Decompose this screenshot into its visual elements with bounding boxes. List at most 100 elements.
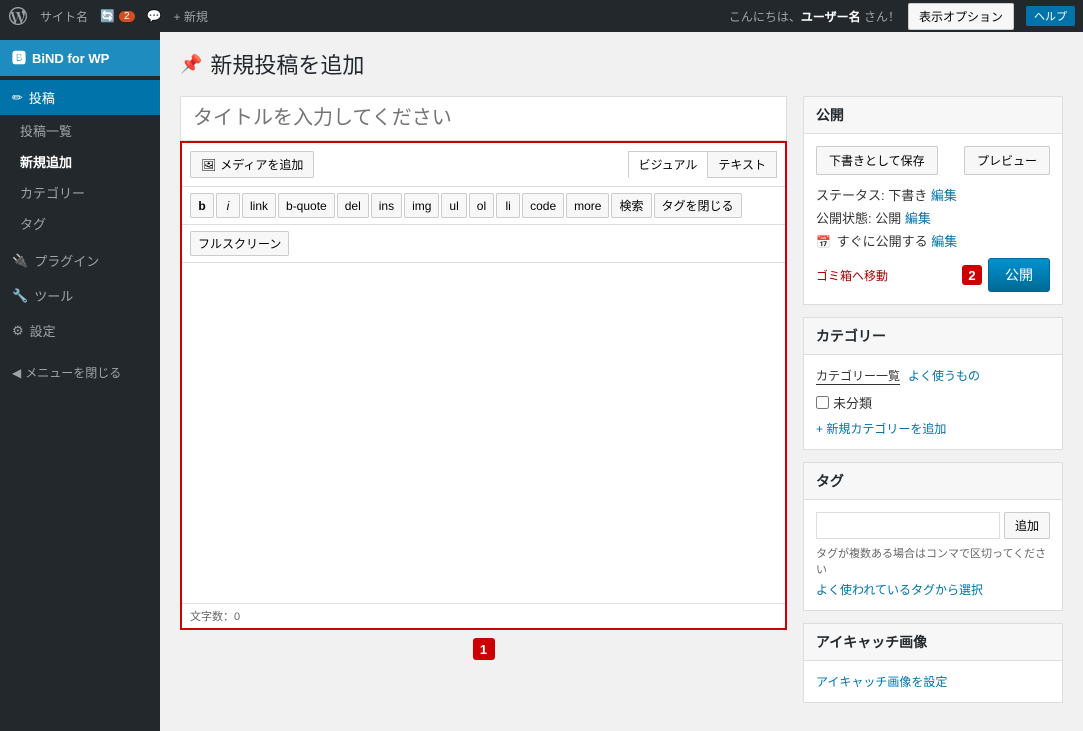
format-ins[interactable]: ins	[371, 193, 402, 218]
format-bquote[interactable]: b-quote	[278, 193, 335, 218]
format-ol[interactable]: ol	[469, 193, 494, 218]
display-options-button[interactable]: 表示オプション	[908, 3, 1014, 30]
sidebar-item-new-post[interactable]: 新規追加	[0, 146, 160, 177]
page-title: 新規投稿を追加	[210, 48, 364, 80]
publish-btn-row: 下書きとして保存 プレビュー	[816, 146, 1050, 175]
visual-text-tabs: ビジュアル テキスト	[628, 151, 777, 178]
main-content: 📌 新規投稿を追加 🖼 メディアを追加 ビジ	[160, 32, 1083, 731]
sidebar-item-plugins[interactable]: 🔌 プラグイン	[0, 243, 160, 278]
editor-content-area[interactable]	[182, 263, 785, 603]
sidebar-item-tools[interactable]: 🔧 ツール	[0, 278, 160, 313]
plugin-icon: 🔌	[12, 253, 28, 269]
visibility-edit-link[interactable]: 編集	[905, 211, 931, 226]
tag-select-link[interactable]: よく使われているタグから選択	[816, 583, 983, 597]
publish-time-edit-link[interactable]: 編集	[931, 234, 957, 249]
updates-item[interactable]: 🔄 2	[100, 9, 135, 23]
editor-footer: 文字数：0	[182, 603, 785, 628]
eyecatch-widget-title: アイキャッチ画像	[804, 624, 1062, 661]
format-bold[interactable]: b	[190, 193, 214, 218]
step2-badge-publish: 2	[962, 265, 982, 285]
category-frequent-tab[interactable]: よく使うもの	[908, 367, 980, 385]
status-label: ステータス:	[816, 188, 888, 203]
sidebar-widgets: 公開 下書きとして保存 プレビュー ステータス: 下書き 編集 公開状態:	[803, 96, 1063, 715]
publish-widget-title: 公開	[804, 97, 1062, 134]
eyecatch-widget: アイキャッチ画像 アイキャッチ画像を設定	[803, 623, 1063, 703]
tag-hint: タグが複数ある場合はコンマで区切ってください	[816, 545, 1050, 577]
category-all-tab[interactable]: カテゴリー一覧	[816, 367, 900, 385]
save-draft-button[interactable]: 下書きとして保存	[816, 146, 938, 175]
eyecatch-widget-body: アイキャッチ画像を設定	[804, 661, 1062, 702]
publish-action-row: ゴミ箱へ移動 2 公開	[816, 258, 1050, 292]
publish-button[interactable]: 公開	[988, 258, 1050, 292]
help-button[interactable]: ヘルプ	[1026, 6, 1075, 26]
posts-menu-title[interactable]: ✏ 投稿	[0, 80, 160, 115]
publish-time-label: すぐに公開する	[837, 234, 928, 249]
trash-link[interactable]: ゴミ箱へ移動	[816, 267, 888, 284]
publish-widget-body: 下書きとして保存 プレビュー ステータス: 下書き 編集 公開状態: 公開 編集	[804, 134, 1062, 304]
publish-btn-group: 2 公開	[962, 258, 1050, 292]
tag-input[interactable]	[816, 512, 1000, 539]
add-category-link[interactable]: + 新規カテゴリーを追加	[816, 422, 946, 436]
editor-toolbar-top: 🖼 メディアを追加 ビジュアル テキスト	[182, 143, 785, 187]
tab-text[interactable]: テキスト	[707, 151, 777, 178]
editor-area: 🖼 メディアを追加 ビジュアル テキスト b i link b-quot	[180, 96, 787, 715]
sidebar-item-tags[interactable]: タグ	[0, 208, 160, 239]
format-img[interactable]: img	[404, 193, 439, 218]
format-italic[interactable]: i	[216, 193, 240, 218]
add-category-row: + 新規カテゴリーを追加	[816, 420, 1050, 437]
visibility-value: 公開	[875, 211, 901, 226]
bind-logo[interactable]: 🅱 BiND for WP	[0, 40, 160, 76]
uncategorized-row: 未分類	[816, 393, 1050, 412]
format-search[interactable]: 検索	[611, 193, 651, 218]
status-edit-link[interactable]: 編集	[931, 188, 957, 203]
tags-widget-body: 追加 タグが複数ある場合はコンマで区切ってください よく使われているタグから選択	[804, 500, 1062, 610]
editor-format-buttons: b i link b-quote del ins img ul ol li co…	[182, 187, 785, 225]
tab-visual[interactable]: ビジュアル	[628, 151, 708, 178]
editor-box: 🖼 メディアを追加 ビジュアル テキスト b i link b-quot	[180, 141, 787, 630]
sidebar-item-post-list[interactable]: 投稿一覧	[0, 115, 160, 146]
sidebar-item-categories[interactable]: カテゴリー	[0, 177, 160, 208]
preview-button[interactable]: プレビュー	[964, 146, 1050, 175]
format-code[interactable]: code	[522, 193, 564, 218]
publish-time-row: 📅 すぐに公開する 編集	[816, 231, 1050, 250]
tools-icon: 🔧	[12, 288, 28, 304]
visibility-row: 公開状態: 公開 編集	[816, 208, 1050, 227]
editor-fullscreen-row: フルスクリーン	[182, 225, 785, 263]
tags-widget: タグ 追加 タグが複数ある場合はコンマで区切ってください よく使われているタグか…	[803, 462, 1063, 611]
content-grid: 🖼 メディアを追加 ビジュアル テキスト b i link b-quot	[180, 96, 1063, 715]
media-icon: 🖼	[201, 158, 216, 172]
new-post-item[interactable]: + 新規	[173, 8, 207, 25]
settings-icon: ⚙	[12, 323, 24, 339]
calendar-icon: 📅	[816, 235, 831, 249]
publish-widget: 公開 下書きとして保存 プレビュー ステータス: 下書き 編集 公開状態:	[803, 96, 1063, 305]
word-count-label: 文字数：	[190, 611, 234, 623]
site-name[interactable]: サイト名	[40, 8, 88, 25]
format-close-tag[interactable]: タグを閉じる	[654, 193, 742, 218]
comments-item[interactable]: 💬	[147, 9, 162, 23]
sidebar-item-settings[interactable]: ⚙ 設定	[0, 313, 160, 348]
pencil-icon: ✏	[12, 90, 23, 106]
greeting-text: こんにちは、ユーザー名 さん！	[729, 8, 900, 25]
tags-widget-title: タグ	[804, 463, 1062, 500]
add-media-button[interactable]: 🖼 メディアを追加	[190, 151, 314, 178]
category-tabs: カテゴリー一覧 よく使うもの	[816, 367, 1050, 385]
format-link[interactable]: link	[242, 193, 276, 218]
format-del[interactable]: del	[337, 193, 369, 218]
wp-logo[interactable]	[8, 6, 28, 26]
add-tag-button[interactable]: 追加	[1004, 512, 1050, 539]
visibility-label: 公開状態:	[816, 211, 875, 226]
uncategorized-checkbox[interactable]	[816, 396, 829, 409]
category-widget: カテゴリー カテゴリー一覧 よく使うもの 未分類 + 新規カテゴリーを追加	[803, 317, 1063, 450]
fullscreen-button[interactable]: フルスクリーン	[190, 231, 289, 256]
format-ul[interactable]: ul	[441, 193, 466, 218]
status-value: 下書き	[888, 188, 927, 203]
page-title-area: 📌 新規投稿を追加	[180, 48, 1063, 80]
arrow-icon: ◀	[12, 366, 21, 380]
format-more[interactable]: more	[566, 193, 609, 218]
category-widget-title: カテゴリー	[804, 318, 1062, 355]
eyecatch-set-link[interactable]: アイキャッチ画像を設定	[816, 675, 947, 689]
post-title-input[interactable]	[180, 96, 787, 141]
admin-bar: サイト名 🔄 2 💬 + 新規 こんにちは、ユーザー名 さん！ 表示オプション …	[0, 0, 1083, 32]
format-li[interactable]: li	[496, 193, 520, 218]
close-menu-button[interactable]: ◀ メニューを閉じる	[0, 356, 160, 389]
